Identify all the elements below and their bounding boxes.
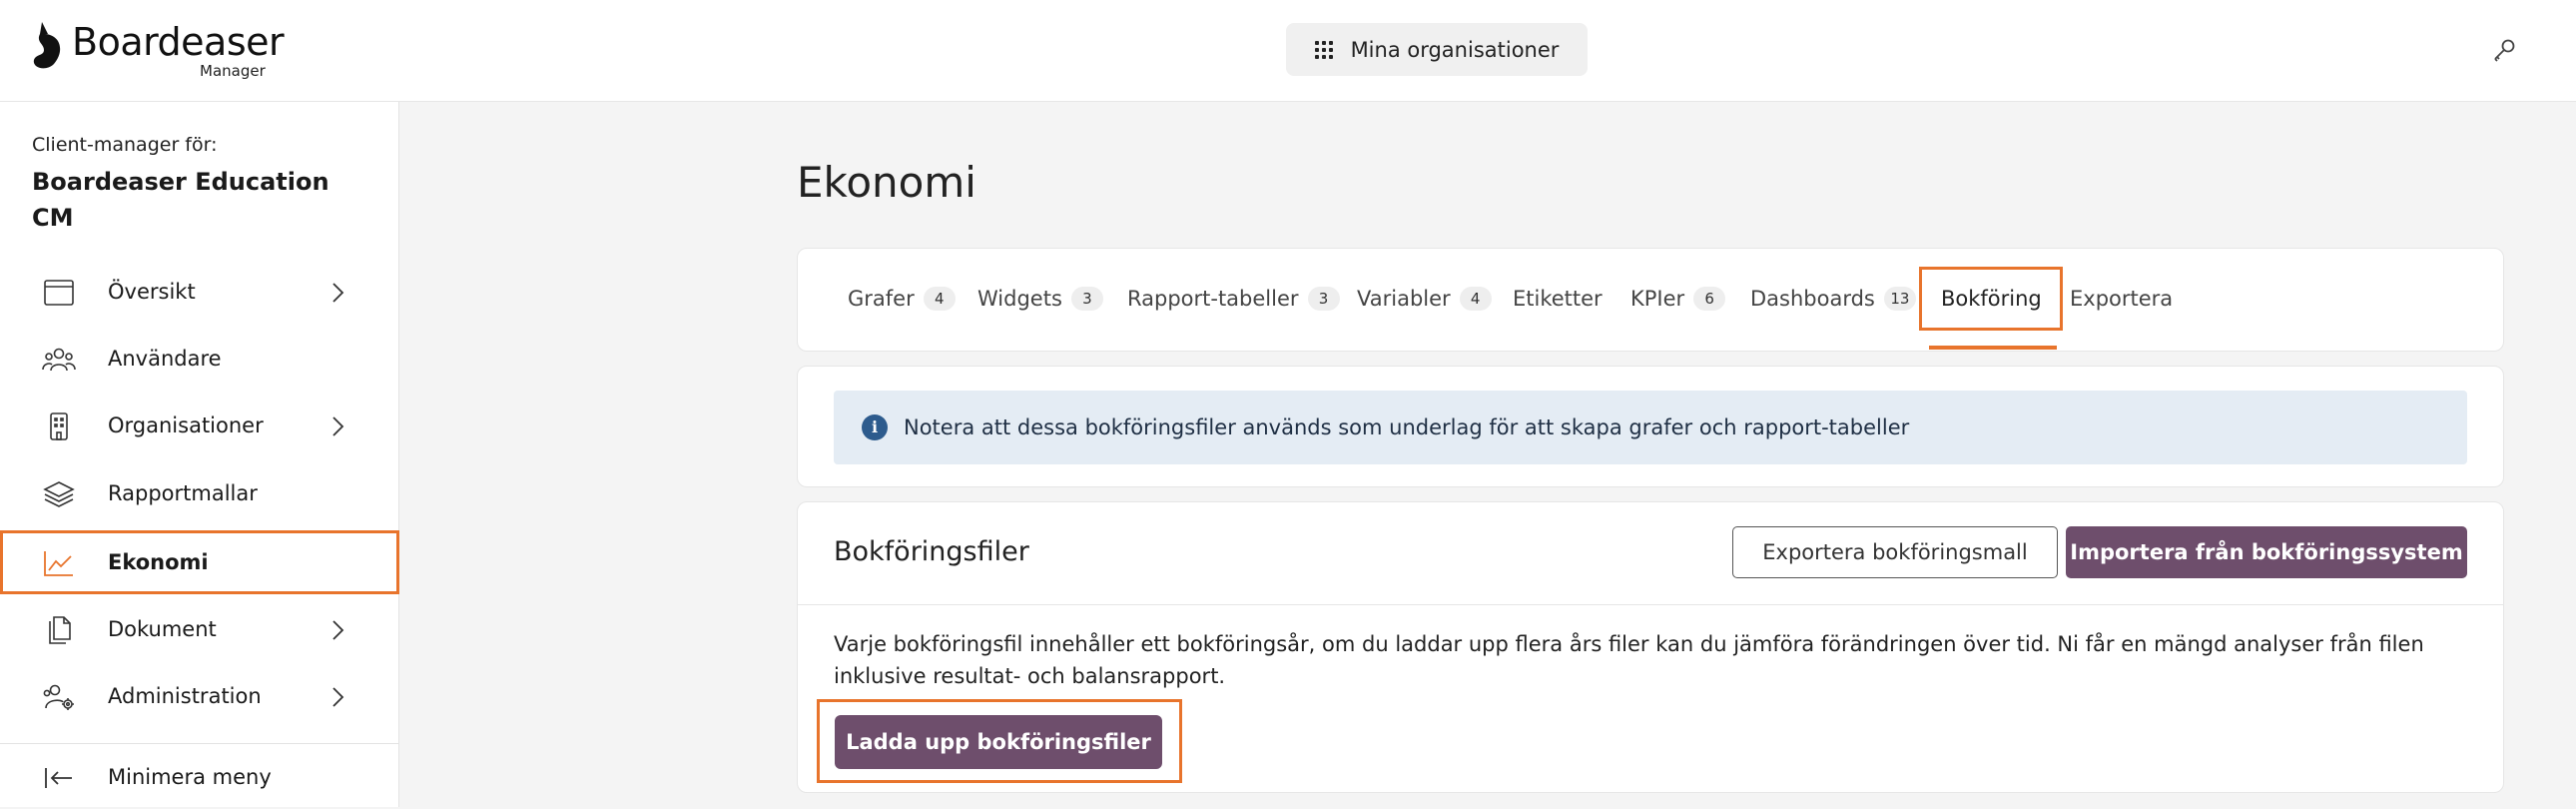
documents-icon [49, 616, 71, 644]
tab-widgets[interactable]: Widgets 3 [977, 287, 1103, 311]
sidebar-divider [0, 743, 399, 744]
count-badge: 6 [1693, 287, 1726, 311]
collapse-left-icon [45, 768, 72, 788]
tab-kpier[interactable]: KPIer 6 [1630, 287, 1726, 311]
logo-text: Boardeaser [72, 20, 285, 64]
tab-label: Etiketter [1513, 287, 1603, 311]
grid-icon [1314, 40, 1333, 59]
tab-label: Rapport-tabeller [1127, 287, 1299, 311]
info-banner: i Notera att dessa bokföringsfiler använ… [834, 391, 2467, 464]
tab-label: Grafer [848, 287, 915, 311]
chevron-right-icon [332, 283, 344, 303]
tab-grafer[interactable]: Grafer 4 [848, 287, 956, 311]
minimize-menu-button[interactable]: Minimera meny [0, 745, 399, 809]
export-template-button[interactable]: Exportera bokföringsmall [1732, 526, 2058, 578]
client-manager-label: Client-manager för: [32, 134, 218, 156]
sidebar-item-oversikt[interactable]: Översikt [0, 260, 399, 324]
tab-etiketter[interactable]: Etiketter [1513, 287, 1603, 311]
sidebar-item-label: Användare [108, 347, 222, 371]
top-bar: Boardeaser Manager Mina organisationer [0, 0, 2576, 102]
users-gear-icon [43, 684, 74, 710]
sidebar-item-ekonomi[interactable]: Ekonomi [0, 530, 399, 594]
chevron-right-icon [332, 687, 344, 707]
sidebar-item-label: Översikt [108, 280, 196, 304]
sidebar-item-rapportmallar[interactable]: Rapportmallar [0, 461, 399, 525]
client-name: Boardeaser Education CM [32, 168, 329, 232]
count-badge: 3 [1070, 287, 1103, 311]
count-badge: 4 [923, 287, 956, 311]
count-badge: 3 [1307, 287, 1340, 311]
line-chart-icon [44, 551, 73, 576]
key-icon[interactable] [2490, 36, 2518, 64]
active-tab-highlight [1919, 267, 2063, 331]
layers-icon [43, 481, 75, 507]
users-icon [42, 348, 76, 372]
chevron-right-icon [332, 620, 344, 640]
boardeaser-logo[interactable]: Boardeaser Manager [28, 18, 288, 82]
tab-variabler[interactable]: Variabler 4 [1357, 287, 1492, 311]
chevron-right-icon [332, 416, 344, 436]
logo-mark-icon [33, 22, 61, 69]
sidebar-item-organisationer[interactable]: Organisationer [0, 394, 399, 457]
upload-files-button[interactable]: Ladda upp bokföringsfiler [835, 715, 1162, 769]
count-badge: 4 [1459, 287, 1492, 311]
info-icon: i [862, 414, 888, 440]
tab-label: Variabler [1357, 287, 1451, 311]
info-card: i Notera att dessa bokföringsfiler använ… [797, 366, 2504, 487]
sidebar-item-label: Rapportmallar [108, 481, 258, 505]
tab-dashboards[interactable]: Dashboards 13 [1750, 287, 1916, 311]
info-text: Notera att dessa bokföringsfiler används… [904, 415, 1910, 439]
sidebar-item-label: Ekonomi [108, 550, 209, 574]
my-organizations-label: Mina organisationer [1350, 37, 1560, 62]
building-icon [50, 412, 68, 440]
sidebar-item-label: Administration [108, 684, 262, 708]
browser-window-icon [44, 280, 74, 306]
tab-label: Widgets [977, 287, 1062, 311]
my-organizations-button[interactable]: Mina organisationer [1286, 23, 1588, 76]
sidebar-item-anvandare[interactable]: Användare [0, 327, 399, 391]
sidebar-item-dokument[interactable]: Dokument [0, 597, 399, 661]
active-tab-underline [1929, 346, 2057, 350]
logo-subtitle: Manager [200, 62, 266, 80]
tabs-card: Grafer 4 Widgets 3 Rapport-tabeller 3 Va… [797, 248, 2504, 352]
sidebar: Client-manager för: Boardeaser Education… [0, 102, 399, 807]
card-header: Bokföringsfiler Exportera bokföringsmall… [798, 502, 2503, 605]
sidebar-item-administration[interactable]: Administration [0, 664, 399, 728]
page-title: Ekonomi [797, 158, 976, 207]
minimize-menu-label: Minimera meny [108, 765, 272, 789]
count-badge: 13 [1883, 287, 1916, 311]
tab-label: Exportera [2070, 287, 2174, 311]
tab-label: KPIer [1630, 287, 1685, 311]
card-title: Bokföringsfiler [834, 536, 1029, 567]
sidebar-item-label: Dokument [108, 617, 217, 641]
sidebar-item-label: Organisationer [108, 413, 264, 437]
import-from-system-button[interactable]: Importera från bokföringssystem [2066, 526, 2467, 578]
tab-label: Dashboards [1750, 287, 1875, 311]
tab-rapport-tabeller[interactable]: Rapport-tabeller 3 [1127, 287, 1340, 311]
tab-exportera[interactable]: Exportera [2070, 287, 2173, 311]
card-description: Varje bokföringsfil innehåller ett bokfö… [834, 632, 2424, 688]
